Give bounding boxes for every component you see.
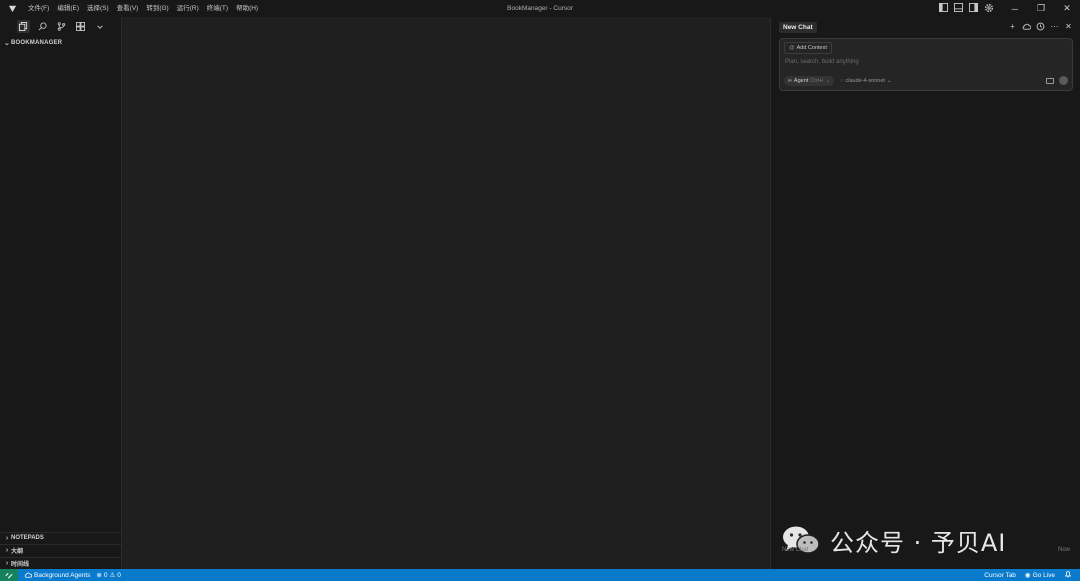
watermark: 公众号 · 予贝AI [780,522,1080,558]
background-agents-label: Background Agents [34,571,91,579]
menu-view[interactable]: 查看(V) [113,0,143,17]
window-controls: ─ ❐ ✕ [1002,0,1080,17]
toggle-panel-icon[interactable] [953,2,964,13]
cursor-logo-icon[interactable] [5,2,19,16]
section-timeline[interactable]: › 时间线 [0,556,121,570]
cursor-tab-item[interactable]: Cursor Tab [984,572,1016,579]
go-live-label: Go Live [1032,571,1055,579]
agent-mode-select[interactable]: ∞ Agent Ctrl+I ⌄ [784,75,835,86]
agent-shortcut: Ctrl+I [810,77,824,84]
watermark-text: 公众号 · 予贝AI [830,528,1007,557]
extensions-icon[interactable] [74,20,87,33]
folder-name: BOOKMANAGER [11,40,63,46]
model-select[interactable]: ◌ claude-4-sonnet ⌄ [840,78,891,84]
menu-file[interactable]: 文件(F) [24,0,53,17]
error-icon: ⊗ [96,572,102,579]
status-bar: Background Agents ⊗ 0 ⚠ 0 Cursor Tab ◉ G… [0,569,1080,581]
warning-icon: ⚠ [109,572,116,579]
warning-count: 0 [117,571,121,579]
chevron-down-icon: ⌄ [825,77,831,84]
menu-terminal[interactable]: 终端(T) [203,0,232,17]
title-bar: 文件(F) 编辑(E) 选择(S) 查看(V) 转到(G) 运行(R) 终端(T… [0,0,1080,17]
send-button[interactable] [1059,76,1068,85]
menu-run[interactable]: 运行(R) [173,0,203,17]
files-icon[interactable] [17,20,30,33]
cloud-icon[interactable] [1021,21,1032,32]
agent-label: Agent [793,77,809,84]
source-control-icon[interactable] [55,20,68,33]
chevron-right-icon: › [5,559,9,567]
chat-actions: + ⋯ ✕ [1007,21,1074,32]
bell-icon[interactable] [1064,570,1072,580]
go-live-item[interactable]: ◉ Go Live [1024,571,1055,580]
background-agents-item[interactable]: Background Agents [24,572,90,579]
chevron-down-icon: ⌄ [886,77,892,84]
section-outline[interactable]: › 大纲 [0,544,121,557]
composer-footer: ∞ Agent Ctrl+I ⌄ ◌ claude-4-sonnet ⌄ [784,75,1068,86]
section-label: 时间线 [11,561,30,568]
more-icon[interactable]: ⋯ [1049,21,1060,32]
minimize-icon[interactable]: ─ [1002,0,1028,17]
chevron-down-icon: ⌄ [3,40,11,47]
add-context-label: Add Context [796,45,827,51]
remote-icon[interactable] [0,569,18,581]
broadcast-icon: ◉ [1024,572,1031,579]
image-icon[interactable] [1046,77,1054,84]
tab-new-chat[interactable]: New Chat [779,21,817,33]
section-label: NOTEPADS [11,535,44,542]
menu-help[interactable]: 帮助(H) [232,0,262,17]
status-bar-right: Cursor Tab ◉ Go Live [984,570,1080,580]
layout-controls [938,2,994,13]
infinity-icon: ∞ [788,77,792,84]
settings-gear-icon[interactable] [983,2,994,13]
watermark-right-caption: Now [1057,547,1070,553]
history-icon[interactable] [1035,21,1046,32]
sidebar-sections: › NOTEPADS › 大纲 › 时间线 [0,531,121,570]
problems-item[interactable]: ⊗ 0 ⚠ 0 [96,571,121,580]
menu-go[interactable]: 转到(G) [142,0,172,17]
chevron-down-icon[interactable] [93,20,106,33]
explorer-folder-header[interactable]: ⌄ BOOKMANAGER [0,36,121,50]
chat-panel: New Chat + ⋯ ✕ @ Add Context Plan, searc… [770,17,1080,569]
editor-area[interactable] [123,17,770,569]
add-context-button[interactable]: @ Add Context [784,42,832,54]
section-label: 大纲 [11,549,24,556]
chat-composer[interactable]: @ Add Context Plan, search, build anythi… [779,38,1073,91]
chevron-right-icon: › [5,547,9,555]
menu-edit[interactable]: 编辑(E) [53,0,83,17]
plus-icon[interactable]: + [1007,21,1018,32]
close-icon[interactable]: ✕ [1054,0,1080,17]
toggle-secondary-sidebar-icon[interactable] [968,2,979,13]
toggle-primary-sidebar-icon[interactable] [938,2,949,13]
watermark-left-caption: New Chat [782,547,809,553]
restore-icon[interactable]: ❐ [1028,0,1054,17]
composer-actions [1046,76,1068,85]
close-panel-icon[interactable]: ✕ [1063,21,1074,32]
error-count: 0 [103,571,108,579]
chevron-right-icon: › [5,534,9,542]
section-notepads[interactable]: › NOTEPADS [0,531,121,545]
chat-input[interactable]: Plan, search, build anything [785,59,859,65]
menu-selection[interactable]: 选择(S) [83,0,113,17]
cloud-icon [24,572,32,578]
primary-sidebar: ⌄ BOOKMANAGER › NOTEPADS › 大纲 › 时间线 [0,17,122,569]
model-icon: ◌ [840,77,844,84]
menu-bar: 文件(F) 编辑(E) 选择(S) 查看(V) 转到(G) 运行(R) 终端(T… [24,0,262,17]
search-icon[interactable] [36,20,49,33]
model-label: claude-4-sonnet [845,77,885,84]
at-icon: @ [789,45,795,51]
activity-bar [0,17,121,36]
